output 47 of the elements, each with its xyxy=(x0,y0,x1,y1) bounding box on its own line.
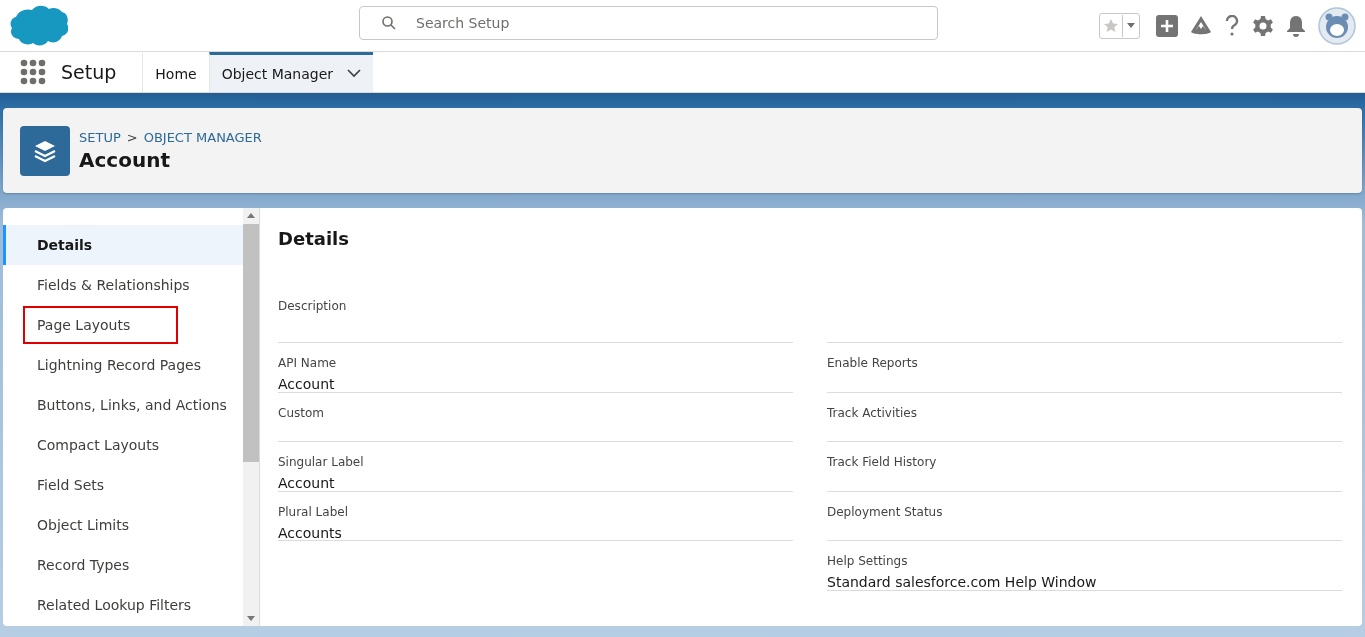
plus-icon[interactable] xyxy=(1156,14,1178,37)
field-value: Account xyxy=(278,475,336,491)
field-label: API Name xyxy=(278,356,338,370)
app-name: Setup xyxy=(61,61,117,83)
field-value: Accounts xyxy=(278,524,343,541)
scroll-up-icon xyxy=(247,212,255,218)
field-label: Deployment Status xyxy=(827,504,944,519)
mountain-icon[interactable] xyxy=(1190,14,1212,37)
breadcrumb-link[interactable]: SETUP xyxy=(79,129,121,145)
search-icon xyxy=(381,15,397,31)
bell-icon[interactable] xyxy=(1286,14,1306,37)
field-value: Standard salesforce.com Help Window xyxy=(827,574,1098,590)
nav-tab[interactable]: Object Manager xyxy=(208,52,374,92)
search-field[interactable]: Search Setup xyxy=(359,6,938,40)
help-icon[interactable] xyxy=(1224,14,1240,37)
sidebar-item[interactable]: Page Layouts xyxy=(22,305,179,345)
sidebar-item[interactable]: Details xyxy=(3,225,243,265)
settings-icon[interactable] xyxy=(1252,14,1274,37)
field-label: Help Settings xyxy=(827,554,909,568)
breadcrumb-link[interactable]: OBJECT MANAGER xyxy=(143,129,262,145)
avatar-icon[interactable] xyxy=(1318,6,1356,45)
app-launcher-icon[interactable] xyxy=(20,59,46,85)
field-label: Custom xyxy=(278,405,325,420)
sidebar-item[interactable]: Related Lookup Filters xyxy=(3,585,243,625)
field-label: Plural Label xyxy=(278,504,349,519)
sidebar-item[interactable]: Field Sets xyxy=(3,465,243,505)
field-value: Account xyxy=(278,376,336,392)
field-label: Singular Label xyxy=(278,455,365,469)
sidebar-item[interactable]: Buttons, Links, and Actions xyxy=(3,385,243,425)
scroll-down-icon xyxy=(247,616,255,622)
field-label: Track Field History xyxy=(827,455,938,469)
section-title: Details xyxy=(278,228,350,249)
nav-tab[interactable]: Home xyxy=(142,52,209,92)
breadcrumb-separator: > xyxy=(126,129,138,145)
field-label: Enable Reports xyxy=(827,356,919,370)
sidebar-item[interactable]: Lightning Record Pages xyxy=(3,345,243,385)
sidebar-item[interactable]: Record Types xyxy=(3,545,243,585)
sidebar-item[interactable]: Fields & Relationships xyxy=(3,265,243,305)
chevron-down-icon xyxy=(347,69,362,78)
scrollbar-thumb[interactable] xyxy=(243,224,259,462)
sidebar-item[interactable]: Compact Layouts xyxy=(3,425,243,465)
field-label: Description xyxy=(278,299,348,313)
field-label: Track Activities xyxy=(827,405,918,420)
scrollbar[interactable] xyxy=(243,208,259,626)
page-title: Account xyxy=(79,147,171,172)
layers-icon xyxy=(20,125,70,176)
sidebar-item[interactable]: Object Limits xyxy=(3,505,243,545)
